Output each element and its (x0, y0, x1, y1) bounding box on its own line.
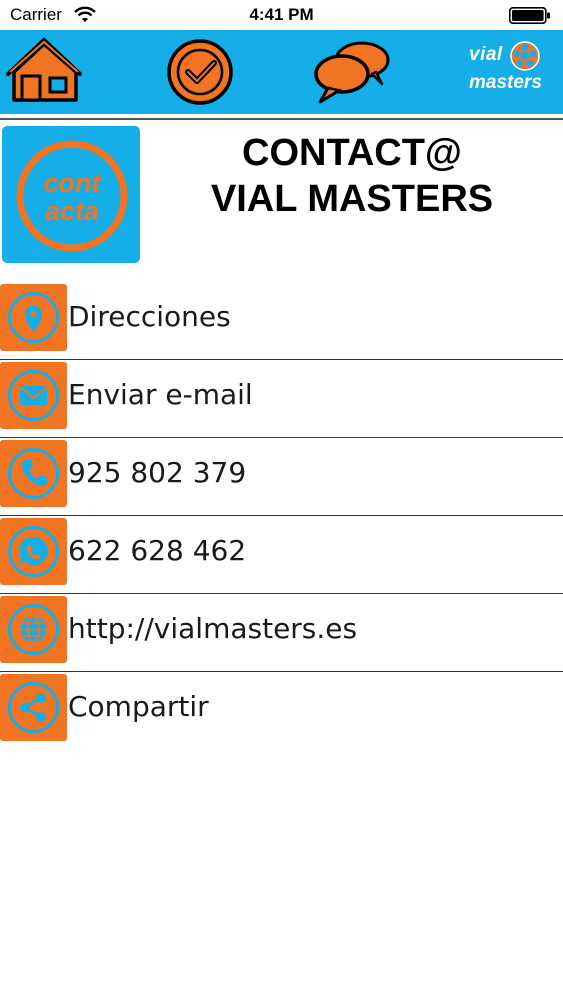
contact-row-phone[interactable]: 925 802 379 (0, 438, 563, 516)
contact-row-directions[interactable]: Direcciones (0, 282, 563, 360)
contacta-badge: cont acta (2, 126, 140, 263)
share-icon (8, 682, 59, 733)
contact-row-label: 925 802 379 (68, 456, 247, 489)
contact-list: Direcciones Enviar e-mail 925 802 379 62… (0, 282, 563, 750)
contact-row-label: 622 628 462 (68, 534, 247, 567)
chat-button[interactable] (312, 40, 392, 118)
contacta-logo-icon: cont acta (16, 140, 128, 252)
badge-line-1: cont (44, 168, 102, 198)
whatsapp-icon (8, 526, 59, 577)
badge-line-2: acta (45, 196, 99, 226)
globe-icon (8, 604, 59, 655)
icon-box (0, 362, 67, 429)
house-icon (6, 38, 82, 102)
contact-row-label: Compartir (68, 690, 209, 723)
checklist-button[interactable] (164, 36, 236, 108)
logo-text-vial: vial (469, 44, 503, 65)
icon-box (0, 284, 67, 351)
contact-row-label: Enviar e-mail (68, 378, 253, 411)
contact-row-label: Direcciones (68, 300, 231, 333)
icon-box (0, 440, 67, 507)
contact-row-label: http://vialmasters.es (68, 612, 358, 645)
phone-icon (8, 448, 59, 499)
page-title: CONTACT@ VIAL MASTERS (150, 130, 554, 222)
chat-bubbles-icon (314, 41, 390, 104)
contact-row-whatsapp[interactable]: 622 628 462 (0, 516, 563, 594)
nav-bar: vial masters (0, 30, 563, 114)
nav-divider (0, 118, 563, 120)
vial-masters-logo: vial masters (469, 40, 549, 100)
contact-row-share[interactable]: Compartir (0, 672, 563, 750)
icon-box (0, 518, 67, 585)
contact-row-website[interactable]: http://vialmasters.es (0, 594, 563, 672)
contact-row-email[interactable]: Enviar e-mail (0, 360, 563, 438)
page-title-line-1: CONTACT@ (242, 132, 462, 174)
page-title-line-2: VIAL MASTERS (210, 178, 494, 220)
home-button[interactable] (4, 36, 84, 108)
battery-icon (509, 7, 550, 24)
location-pin-icon (8, 292, 59, 343)
icon-box (0, 596, 67, 663)
icon-box (0, 674, 67, 741)
check-circle-icon (167, 39, 233, 105)
logo-text-masters: masters (469, 72, 542, 93)
wheel-icon (510, 41, 540, 71)
envelope-icon (8, 370, 59, 421)
status-time: 4:41 PM (249, 5, 314, 24)
status-bar: Carrier 4:41 PM (0, 0, 563, 30)
